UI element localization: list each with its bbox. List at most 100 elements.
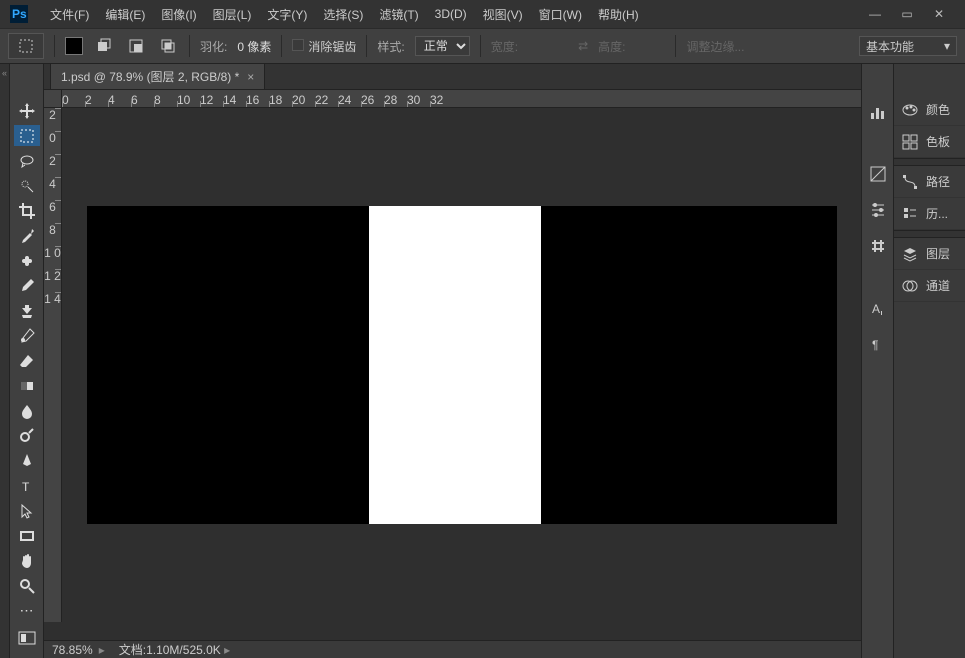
canvas-wrap: 02468101214161820222426283032 2024681 01… bbox=[44, 90, 861, 640]
panel-channels-label: 通道 bbox=[926, 277, 950, 294]
doc-size-value: 1.10M/525.0K bbox=[146, 643, 221, 657]
fill-swatch[interactable] bbox=[65, 37, 83, 55]
panel-swatches-label: 色板 bbox=[926, 133, 950, 150]
new-layer-icon[interactable] bbox=[93, 35, 115, 57]
right-panel: 颜色 色板 路径 历... 图层 通道 bbox=[893, 64, 965, 658]
zoom-value[interactable]: 78.85% bbox=[52, 643, 93, 657]
status-bar: 78.85% ▸ 文档:1.10M/525.0K ▸ bbox=[44, 640, 861, 658]
menu-image[interactable]: 图像(I) bbox=[153, 6, 204, 23]
panel-channels[interactable]: 通道 bbox=[894, 270, 965, 302]
histogram-icon[interactable] bbox=[866, 100, 890, 124]
options-bar: 羽化: 0 像素 消除锯齿 样式: 正常 宽度: ⇄ 高度: 调整边缘... 基… bbox=[0, 28, 965, 64]
crop-tool[interactable] bbox=[14, 200, 40, 221]
ruler-corner bbox=[44, 90, 62, 108]
document-tab-title: 1.psd @ 78.9% (图层 2, RGB/8) * bbox=[61, 68, 239, 85]
clone-stamp-tool[interactable] bbox=[14, 300, 40, 321]
tools-panel: T ⋯ bbox=[10, 64, 44, 658]
marquee-tool[interactable] bbox=[14, 125, 40, 146]
menu-type[interactable]: 文字(Y) bbox=[259, 6, 315, 23]
menu-filter[interactable]: 滤镜(T) bbox=[371, 6, 426, 23]
intersect-icon[interactable] bbox=[157, 35, 179, 57]
rectangle-tool[interactable] bbox=[14, 525, 40, 546]
menu-select[interactable]: 选择(S) bbox=[315, 6, 371, 23]
window-controls: — ▭ ✕ bbox=[865, 4, 957, 24]
eraser-tool[interactable] bbox=[14, 350, 40, 371]
svg-text:¶: ¶ bbox=[872, 338, 878, 352]
height-label: 高度: bbox=[598, 38, 625, 55]
style-label: 样式: bbox=[377, 38, 404, 55]
close-tab-icon[interactable]: × bbox=[247, 70, 254, 84]
canvas[interactable] bbox=[62, 108, 861, 622]
path-select-tool[interactable] bbox=[14, 500, 40, 521]
current-tool-icon[interactable] bbox=[8, 33, 44, 59]
styles-icon[interactable] bbox=[866, 234, 890, 258]
workspace-select[interactable]: 基本功能▾ bbox=[859, 36, 957, 56]
menu-edit[interactable]: 编辑(E) bbox=[97, 6, 153, 23]
swap-icon: ⇄ bbox=[578, 39, 588, 53]
quick-select-tool[interactable] bbox=[14, 175, 40, 196]
ruler-vertical[interactable]: 2024681 01 21 4 bbox=[44, 108, 62, 622]
panel-layers[interactable]: 图层 bbox=[894, 238, 965, 270]
menu-view[interactable]: 视图(V) bbox=[475, 6, 531, 23]
character-icon[interactable]: A bbox=[866, 296, 890, 320]
antialias-checkbox: 消除锯齿 bbox=[292, 38, 356, 55]
panel-color[interactable]: 颜色 bbox=[894, 94, 965, 126]
zoom-flyout-icon[interactable]: ▸ bbox=[99, 643, 105, 657]
type-tool[interactable]: T bbox=[14, 475, 40, 496]
dodge-tool[interactable] bbox=[14, 425, 40, 446]
doc-size-label: 文档: bbox=[119, 643, 146, 657]
panel-layers-label: 图层 bbox=[926, 245, 950, 262]
document-area: 1.psd @ 78.9% (图层 2, RGB/8) * × 02468101… bbox=[44, 64, 861, 658]
document-tabs: 1.psd @ 78.9% (图层 2, RGB/8) * × bbox=[44, 64, 861, 90]
style-select[interactable]: 正常 bbox=[415, 36, 470, 56]
paragraph-icon[interactable]: ¶ bbox=[866, 332, 890, 356]
canvas-layer-black bbox=[87, 206, 837, 524]
pen-tool[interactable] bbox=[14, 450, 40, 471]
ruler-horizontal[interactable]: 02468101214161820222426283032 bbox=[62, 90, 861, 108]
panel-paths[interactable]: 路径 bbox=[894, 166, 965, 198]
svg-text:Ps: Ps bbox=[12, 7, 27, 21]
menu-window[interactable]: 窗口(W) bbox=[531, 6, 590, 23]
edit-toolbar-icon[interactable] bbox=[18, 625, 36, 658]
svg-text:T: T bbox=[22, 480, 30, 494]
close-window-button[interactable]: ✕ bbox=[929, 4, 949, 24]
left-edge-strip: « bbox=[0, 64, 10, 658]
brush-tool[interactable] bbox=[14, 275, 40, 296]
maximize-button[interactable]: ▭ bbox=[897, 4, 917, 24]
menu-help[interactable]: 帮助(H) bbox=[590, 6, 647, 23]
feather-value[interactable]: 0 像素 bbox=[237, 38, 271, 55]
panel-history-label: 历... bbox=[926, 205, 948, 222]
feather-label: 羽化: bbox=[200, 38, 227, 55]
more-tools-icon[interactable]: ⋯ bbox=[14, 600, 40, 621]
document-tab[interactable]: 1.psd @ 78.9% (图层 2, RGB/8) * × bbox=[50, 63, 265, 89]
panel-history[interactable]: 历... bbox=[894, 198, 965, 230]
hand-tool[interactable] bbox=[14, 550, 40, 571]
svg-text:A: A bbox=[872, 302, 880, 316]
adjustments-icon[interactable] bbox=[866, 198, 890, 222]
menu-layer[interactable]: 图层(L) bbox=[205, 6, 260, 23]
lasso-tool[interactable] bbox=[14, 150, 40, 171]
eyedropper-tool[interactable] bbox=[14, 225, 40, 246]
menu-3d[interactable]: 3D(D) bbox=[427, 7, 475, 21]
zoom-tool[interactable] bbox=[14, 575, 40, 596]
collapse-left-icon[interactable]: « bbox=[2, 68, 7, 78]
app-logo: Ps bbox=[8, 3, 30, 25]
subtract-icon[interactable] bbox=[125, 35, 147, 57]
right-icon-strip: A ¶ bbox=[861, 64, 893, 658]
blur-tool[interactable] bbox=[14, 400, 40, 421]
menu-bar: Ps 文件(F) 编辑(E) 图像(I) 图层(L) 文字(Y) 选择(S) 滤… bbox=[0, 0, 965, 28]
healing-brush-tool[interactable] bbox=[14, 250, 40, 271]
width-label: 宽度: bbox=[491, 38, 518, 55]
navigator-icon[interactable] bbox=[866, 162, 890, 186]
minimize-button[interactable]: — bbox=[865, 4, 885, 24]
panel-color-label: 颜色 bbox=[926, 101, 950, 118]
move-tool[interactable] bbox=[14, 100, 40, 121]
menu-file[interactable]: 文件(F) bbox=[42, 6, 97, 23]
refine-edge-button: 调整边缘... bbox=[686, 38, 744, 55]
panel-paths-label: 路径 bbox=[926, 173, 950, 190]
status-flyout-icon[interactable]: ▸ bbox=[224, 643, 230, 657]
canvas-layer-white bbox=[369, 206, 541, 524]
gradient-tool[interactable] bbox=[14, 375, 40, 396]
history-brush-tool[interactable] bbox=[14, 325, 40, 346]
panel-swatches[interactable]: 色板 bbox=[894, 126, 965, 158]
